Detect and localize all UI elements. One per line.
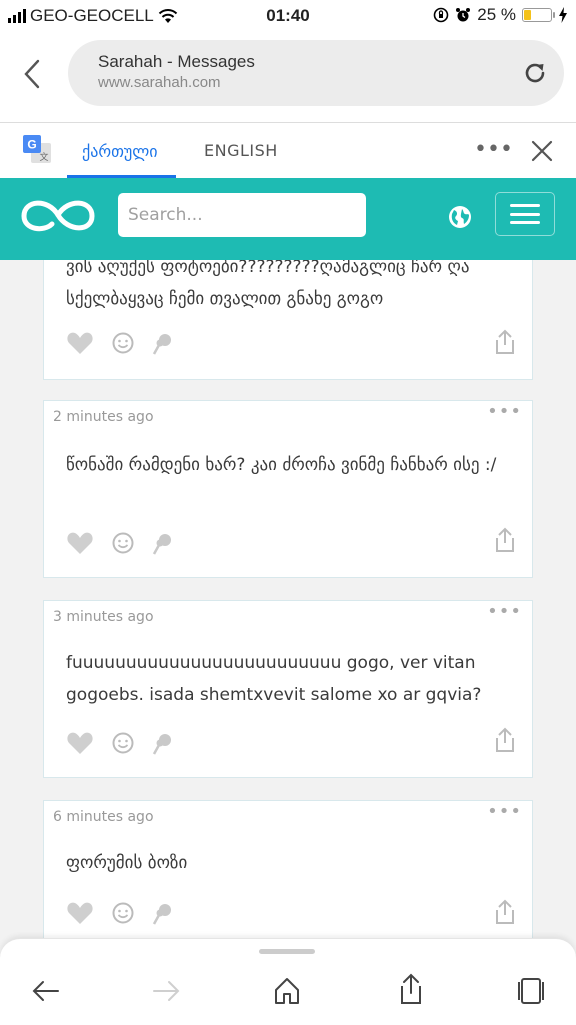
share-icon[interactable] xyxy=(494,329,516,355)
message-text: ვის აღუქეს ფოტოები?????????ღამაგლიც ჩარ … xyxy=(66,260,470,309)
heart-icon[interactable] xyxy=(66,531,94,555)
home-icon[interactable] xyxy=(274,977,300,1005)
share-icon[interactable] xyxy=(494,727,516,753)
globe-icon[interactable] xyxy=(448,205,472,229)
message-text: წონაში რამდენი ხარ? კაი ძროჩა ვინმე ჩანხ… xyxy=(66,455,497,475)
pin-icon[interactable] xyxy=(152,731,174,755)
tab-english[interactable]: ENGLISH xyxy=(204,141,278,160)
message-time: 2 minutes ago xyxy=(53,409,154,425)
browser-toolbar xyxy=(0,938,576,1025)
battery-icon xyxy=(522,8,555,22)
message-feed: ვის აღუქეს ფოტოები?????????ღამაგლიც ჩარ … xyxy=(0,260,576,1024)
svg-text:文: 文 xyxy=(39,151,48,163)
alarm-icon xyxy=(456,8,471,22)
translate-bar: G 文 ქართული ENGLISH ••• xyxy=(0,122,576,179)
message-actions xyxy=(66,331,174,355)
drag-handle[interactable] xyxy=(259,949,315,954)
more-options-icon[interactable]: ••• xyxy=(474,137,513,162)
orientation-lock-icon xyxy=(433,7,449,23)
reload-icon[interactable] xyxy=(522,60,548,86)
tabs-icon[interactable] xyxy=(516,977,546,1005)
site-header xyxy=(0,178,576,260)
message-card: 2 minutes ago ••• წონაში რამდენი ხარ? კა… xyxy=(43,400,533,578)
heart-icon[interactable] xyxy=(66,331,94,355)
pin-icon[interactable] xyxy=(152,531,174,555)
pin-icon[interactable] xyxy=(152,331,174,355)
more-icon[interactable]: ••• xyxy=(487,601,522,622)
message-text: fuuuuuuuuuuuuuuuuuuuuuuuuu gogo, ver vit… xyxy=(66,653,482,705)
charging-icon xyxy=(559,7,567,23)
chevron-left-icon[interactable] xyxy=(22,58,42,90)
google-translate-icon: G 文 xyxy=(23,135,51,163)
sarahah-logo-icon[interactable] xyxy=(18,194,98,236)
more-icon[interactable]: ••• xyxy=(487,401,522,422)
heart-icon[interactable] xyxy=(66,731,94,755)
address-field[interactable]: Sarahah - Messages www.sarahah.com xyxy=(68,40,564,106)
svg-text:G: G xyxy=(27,138,36,152)
pin-icon[interactable] xyxy=(152,901,174,925)
browser-url-bar: Sarahah - Messages www.sarahah.com xyxy=(0,32,576,122)
more-icon[interactable]: ••• xyxy=(487,801,522,822)
smiley-icon[interactable] xyxy=(112,532,134,554)
back-arrow-icon[interactable] xyxy=(32,979,60,1003)
message-actions xyxy=(66,901,174,925)
message-card: 3 minutes ago ••• fuuuuuuuuuuuuuuuuuuuuu… xyxy=(43,600,533,778)
share-icon[interactable] xyxy=(494,899,516,925)
status-right: 25 % xyxy=(433,5,568,25)
message-card: ვის აღუქეს ფოტოები?????????ღამაგლიც ჩარ … xyxy=(43,260,533,380)
message-actions xyxy=(66,531,174,555)
page-title: Sarahah - Messages xyxy=(98,52,255,71)
page-url: www.sarahah.com xyxy=(98,74,221,91)
tab-georgian[interactable]: ქართული xyxy=(82,142,158,161)
close-icon[interactable] xyxy=(530,139,554,163)
forward-arrow-icon xyxy=(153,981,180,1001)
smiley-icon[interactable] xyxy=(112,332,134,354)
message-time: 6 minutes ago xyxy=(53,809,154,825)
smiley-icon[interactable] xyxy=(112,902,134,924)
message-actions xyxy=(66,731,174,755)
search-input[interactable] xyxy=(118,193,366,237)
message-text: ფორუმის ბოზი xyxy=(66,853,188,873)
status-bar: GEO-GEOCELL 01:40 25 % xyxy=(0,0,576,32)
hamburger-menu-button[interactable] xyxy=(495,192,555,236)
smiley-icon[interactable] xyxy=(112,732,134,754)
message-time: 3 minutes ago xyxy=(53,609,154,625)
battery-label: 25 % xyxy=(477,5,516,24)
share-icon[interactable] xyxy=(494,527,516,553)
share-icon[interactable] xyxy=(398,973,424,1005)
heart-icon[interactable] xyxy=(66,901,94,925)
